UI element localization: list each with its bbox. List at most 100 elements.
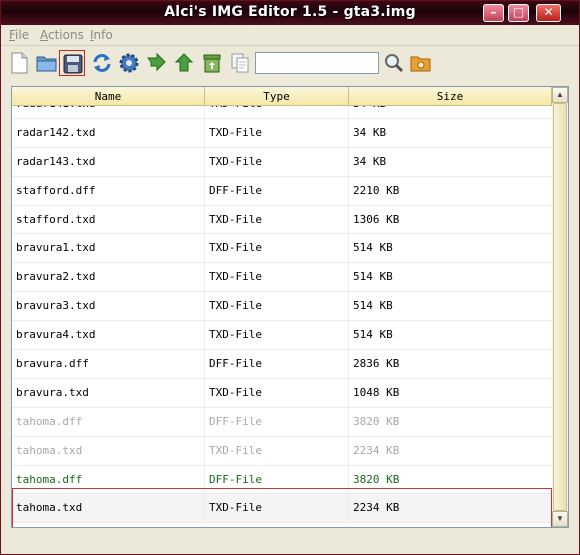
table-row[interactable]: radar143.txd TXD-File 34 KB (12, 147, 552, 177)
toolbar (1, 46, 579, 82)
table-row[interactable]: bravura2.txd TXD-File 514 KB (12, 263, 552, 293)
table-row[interactable]: bravura3.txd TXD-File 514 KB (12, 292, 552, 322)
cell-type: TXD-File (205, 263, 349, 292)
scroll-down-button[interactable]: ▼ (552, 511, 568, 527)
search-button[interactable] (381, 50, 407, 76)
menu-info-label: nfo (93, 28, 113, 42)
cell-name: stafford.txd (12, 205, 205, 234)
table-row[interactable]: stafford.txd TXD-File 1306 KB (12, 205, 552, 235)
new-file-icon (11, 52, 28, 74)
cell-name: bravura.txd (12, 378, 205, 407)
cell-size: 34 KB (349, 106, 552, 118)
table-row[interactable]: radar141.txd TXD-File 34 KB (12, 106, 552, 119)
cell-name: bravura4.txd (12, 321, 205, 350)
export-arrow-icon (174, 53, 194, 72)
table-row-replaced[interactable]: tahoma.dff DFF-File 3820 KB (12, 407, 552, 437)
table-body: radar141.txd TXD-File 34 KB radar142.txd… (12, 106, 552, 527)
table-row-replaced[interactable]: tahoma.txd TXD-File 2234 KB (12, 436, 552, 466)
import-button[interactable] (143, 50, 169, 76)
cell-size: 34 KB (353, 154, 387, 168)
column-header-name[interactable]: Name (12, 87, 205, 106)
table-row-new[interactable]: tahoma.dff DFF-File 3820 KB (12, 465, 552, 495)
cell-name: tahoma.txd (12, 494, 205, 523)
menu-actions-label: ctions (48, 28, 84, 42)
menu-bar: File Actions Info (1, 25, 579, 45)
cell-name: stafford.dff (12, 176, 205, 205)
settings-button[interactable] (116, 50, 142, 76)
menu-file-label: ile (15, 28, 30, 42)
cell-size: 514 KB (353, 299, 393, 313)
search-input[interactable] (255, 52, 379, 74)
column-header-size[interactable]: Size (349, 87, 552, 106)
cell-type: TXD-File (205, 106, 349, 118)
table-row-new[interactable]: tahoma.txd TXD-File 2234 KB (12, 494, 552, 524)
cell-size: 2234 KB (353, 501, 400, 515)
cell-type: TXD-File (205, 378, 349, 407)
cell-type: DFF-File (205, 350, 349, 379)
delete-button[interactable] (199, 50, 225, 76)
cell-name: tahoma.dff (12, 407, 205, 436)
search-icon (385, 54, 404, 73)
cell-size: 2234 KB (353, 443, 400, 457)
cell-name: bravura2.txd (12, 263, 205, 292)
save-icon (63, 54, 83, 74)
file-list[interactable]: Name Type Size radar141.txd TXD-File 34 … (11, 86, 569, 528)
refresh-button[interactable] (89, 50, 115, 76)
table-header: Name Type Size (12, 87, 552, 106)
menu-actions[interactable]: Actions (40, 28, 84, 42)
cell-size: 514 KB (353, 270, 393, 284)
menu-info[interactable]: Info (90, 28, 113, 42)
cell-type: DFF-File (205, 407, 349, 436)
cell-size: 1048 KB (353, 385, 400, 399)
cell-type: TXD-File (205, 321, 349, 350)
new-button[interactable] (7, 50, 33, 76)
export-button[interactable] (171, 50, 197, 76)
open-folder-icon (36, 56, 57, 72)
cell-type: TXD-File (205, 234, 349, 263)
close-button[interactable]: ✕ (536, 4, 561, 22)
cell-type: TXD-File (205, 147, 349, 176)
table-row[interactable]: bravura.dff DFF-File 2836 KB (12, 350, 552, 379)
cell-name: bravura3.txd (12, 292, 205, 321)
delete-trash-icon (203, 54, 221, 73)
cell-size: 3820 KB (353, 414, 400, 428)
cell-name: bravura1.txd (12, 234, 205, 263)
import-arrow-icon (147, 52, 166, 72)
table-row[interactable]: bravura1.txd TXD-File 514 KB (12, 234, 552, 264)
table-row[interactable]: bravura4.txd TXD-File 514 KB (12, 321, 552, 351)
app-window: Alci's IMG Editor 1.5 - gta3.img – □ ✕ F… (0, 0, 580, 555)
cell-type: TXD-File (205, 494, 349, 523)
cell-size: 2836 KB (353, 357, 400, 371)
browse-button[interactable] (408, 50, 434, 76)
maximize-button[interactable]: □ (508, 4, 529, 22)
cell-name: radar143.txd (12, 147, 205, 176)
cell-size: 2210 KB (353, 183, 400, 197)
open-folder-icon (410, 56, 431, 72)
copy-button[interactable] (227, 50, 253, 76)
menu-file[interactable]: File (9, 28, 29, 42)
cell-type: TXD-File (205, 118, 349, 147)
cell-type: TXD-File (205, 292, 349, 321)
cell-size: 34 KB (353, 125, 387, 139)
cell-size: 514 KB (353, 328, 393, 342)
scroll-up-button[interactable]: ▲ (552, 87, 568, 103)
table-row[interactable]: bravura.txd TXD-File 1048 KB (12, 378, 552, 408)
cell-size: 1306 KB (353, 212, 400, 226)
table-row[interactable]: radar142.txd TXD-File 34 KB (12, 118, 552, 148)
save-button[interactable] (59, 50, 85, 76)
open-button[interactable] (34, 50, 60, 76)
cell-name: tahoma.dff (12, 465, 205, 494)
cell-name: radar142.txd (12, 118, 205, 147)
cell-type: DFF-File (205, 465, 349, 494)
column-header-type[interactable]: Type (205, 87, 349, 106)
cell-type: TXD-File (205, 205, 349, 234)
title-bar[interactable]: Alci's IMG Editor 1.5 - gta3.img – □ ✕ (1, 1, 579, 25)
minimize-button[interactable]: – (483, 4, 504, 22)
scroll-thumb[interactable] (553, 103, 567, 511)
table-row[interactable]: stafford.dff DFF-File 2210 KB (12, 176, 552, 206)
vertical-scrollbar[interactable]: ▲ ▼ (552, 87, 568, 527)
copy-icon (231, 53, 249, 73)
cell-size: 514 KB (353, 241, 393, 255)
settings-gear-icon (119, 53, 139, 73)
cell-name: bravura.dff (12, 350, 205, 379)
